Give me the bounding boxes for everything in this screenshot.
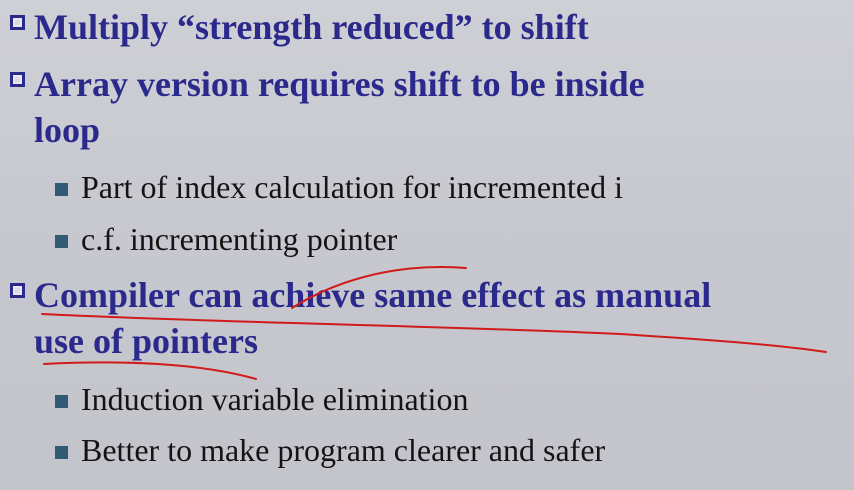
sub-bullet-index-calculation: Part of index calculation for incremente… bbox=[55, 167, 623, 207]
filled-square-bullet-icon bbox=[55, 182, 68, 196]
slide: Multiply “strength reduced” to shift Arr… bbox=[0, 0, 854, 490]
filled-square-bullet-icon bbox=[55, 445, 68, 459]
sub-bullet-program-clearer: Better to make program clearer and safer bbox=[55, 430, 605, 470]
hollow-square-bullet-icon bbox=[10, 72, 25, 87]
filled-square-bullet-icon bbox=[55, 234, 68, 248]
bullet-text-line1: Compiler can achieve same effect as manu… bbox=[34, 275, 712, 315]
sub-bullet-text: Part of index calculation for incremente… bbox=[81, 169, 624, 205]
sub-bullet-incrementing-pointer: c.f. incrementing pointer bbox=[55, 219, 397, 259]
bullet-compiler-achieve: Compiler can achieve same effect as manu… bbox=[10, 272, 711, 364]
bullet-multiply-strength-reduced: Multiply “strength reduced” to shift bbox=[10, 4, 589, 50]
annotation-underline-use-of-pointers bbox=[43, 361, 257, 380]
bullet-text-line2: use of pointers bbox=[34, 321, 258, 361]
sub-bullet-text: c.f. incrementing pointer bbox=[81, 221, 398, 257]
hollow-square-bullet-icon bbox=[10, 283, 25, 298]
hollow-square-bullet-icon bbox=[10, 15, 25, 30]
sub-bullet-induction-variable: Induction variable elimination bbox=[55, 379, 468, 419]
bullet-array-version: Array version requires shift to be insid… bbox=[10, 61, 645, 153]
bullet-text-line1: Array version requires shift to be insid… bbox=[34, 64, 645, 104]
sub-bullet-text: Better to make program clearer and safer bbox=[81, 432, 606, 468]
sub-bullet-text: Induction variable elimination bbox=[81, 381, 469, 417]
bullet-text-line2: loop bbox=[34, 110, 101, 150]
bullet-text: Multiply “strength reduced” to shift bbox=[34, 7, 589, 47]
filled-square-bullet-icon bbox=[55, 394, 68, 408]
